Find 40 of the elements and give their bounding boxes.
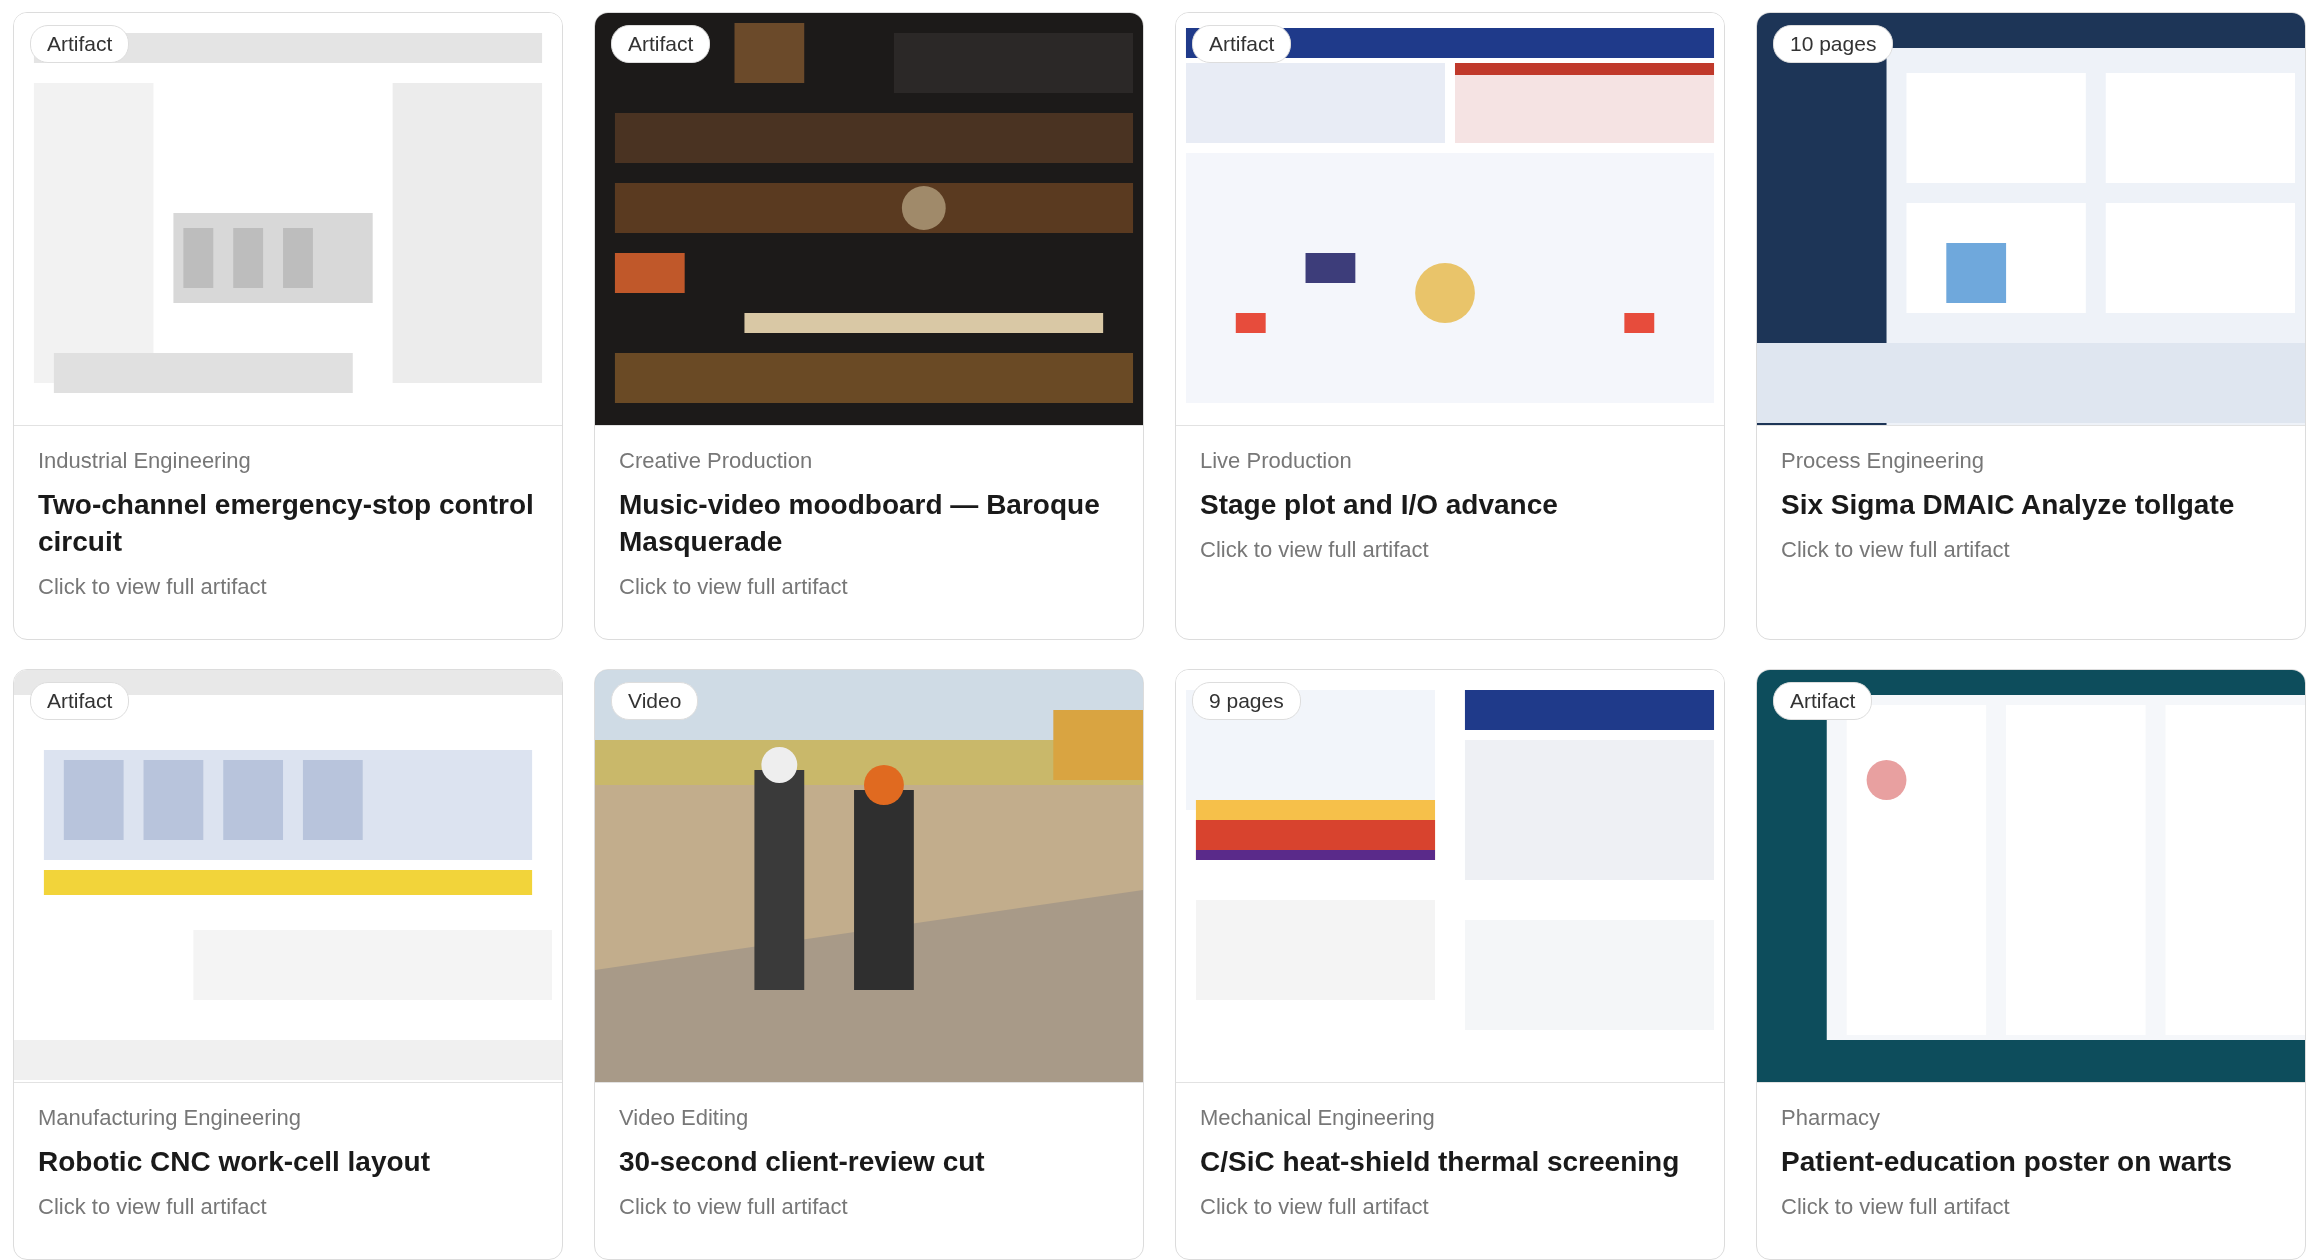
category-label: Video Editing: [619, 1105, 750, 1131]
artifact-card[interactable]: Artifact Pharmacy Patient-education poster on warts Click to view full artifact: [1756, 669, 2306, 1260]
artifact-card[interactable]: 9 pages Mechanical Engineering C/SiC heat-shield thermal screening Click to view full artifact: [1175, 669, 1725, 1260]
card-title: Patient-education poster on warts: [1781, 1145, 2234, 1179]
category-label: Live Production: [1200, 448, 1353, 474]
card-title: Two-channel emergency-stop control circuit: [38, 488, 535, 559]
category-label: Industrial Engineering: [38, 448, 252, 474]
category-label: Pharmacy: [1781, 1105, 1882, 1131]
view-link[interactable]: Click to view full artifact: [1781, 1194, 2281, 1220]
view-link[interactable]: Click to view full artifact: [619, 1194, 1119, 1220]
card-title: Music-video moodboard — Baroque Masquerade: [619, 488, 1101, 559]
view-link[interactable]: Click to view full artifact: [1200, 1194, 1700, 1220]
view-link[interactable]: Click to view full artifact: [1200, 537, 1700, 563]
type-badge: Artifact: [30, 682, 130, 720]
type-badge: 9 pages: [1192, 682, 1301, 720]
card-title: Six Sigma DMAIC Analyze tollgate: [1781, 488, 2236, 522]
category-label: Manufacturing Engineering: [38, 1105, 302, 1131]
artifact-card[interactable]: Artifact Live Production Stage plot and I/O advance Click to view full artifact: [1175, 12, 1725, 640]
card-title: C/SiC heat-shield thermal screening: [1200, 1145, 1681, 1179]
category-label: Process Engineering: [1781, 448, 1985, 474]
artifact-card[interactable]: Artifact Manufacturing Engineering Robotic CNC work-cell layout Click to view full artifact: [13, 669, 563, 1260]
category-label: Mechanical Engineering: [1200, 1105, 1436, 1131]
type-badge: Artifact: [611, 25, 711, 63]
card-title: Stage plot and I/O advance: [1200, 488, 1559, 522]
category-label: Creative Production: [619, 448, 814, 474]
view-link[interactable]: Click to view full artifact: [38, 574, 538, 600]
type-badge: Video: [611, 682, 699, 720]
card-title: Robotic CNC work-cell layout: [38, 1145, 432, 1179]
artifact-card[interactable]: Artifact Industrial Engineering Two-channel emergency-stop control circuit Click to view full artifact: [13, 12, 563, 640]
view-link[interactable]: Click to view full artifact: [1781, 537, 2281, 563]
artifact-card[interactable]: Artifact Creative Production Music-video moodboard — Baroque Masquerade Click to view full artifact: [594, 12, 1144, 640]
view-link[interactable]: Click to view full artifact: [619, 574, 1119, 600]
type-badge: 10 pages: [1773, 25, 1894, 63]
type-badge: Artifact: [1192, 25, 1292, 63]
card-title: 30-second client-review cut: [619, 1145, 986, 1179]
type-badge: Artifact: [1773, 682, 1873, 720]
view-link[interactable]: Click to view full artifact: [38, 1194, 538, 1220]
artifact-card[interactable]: Video Video Editing 30-second client-review cut Click to view full artifact: [594, 669, 1144, 1260]
artifact-card[interactable]: 10 pages Process Engineering Six Sigma DMAIC Analyze tollgate Click to view full artifact: [1756, 12, 2306, 640]
type-badge: Artifact: [30, 25, 130, 63]
